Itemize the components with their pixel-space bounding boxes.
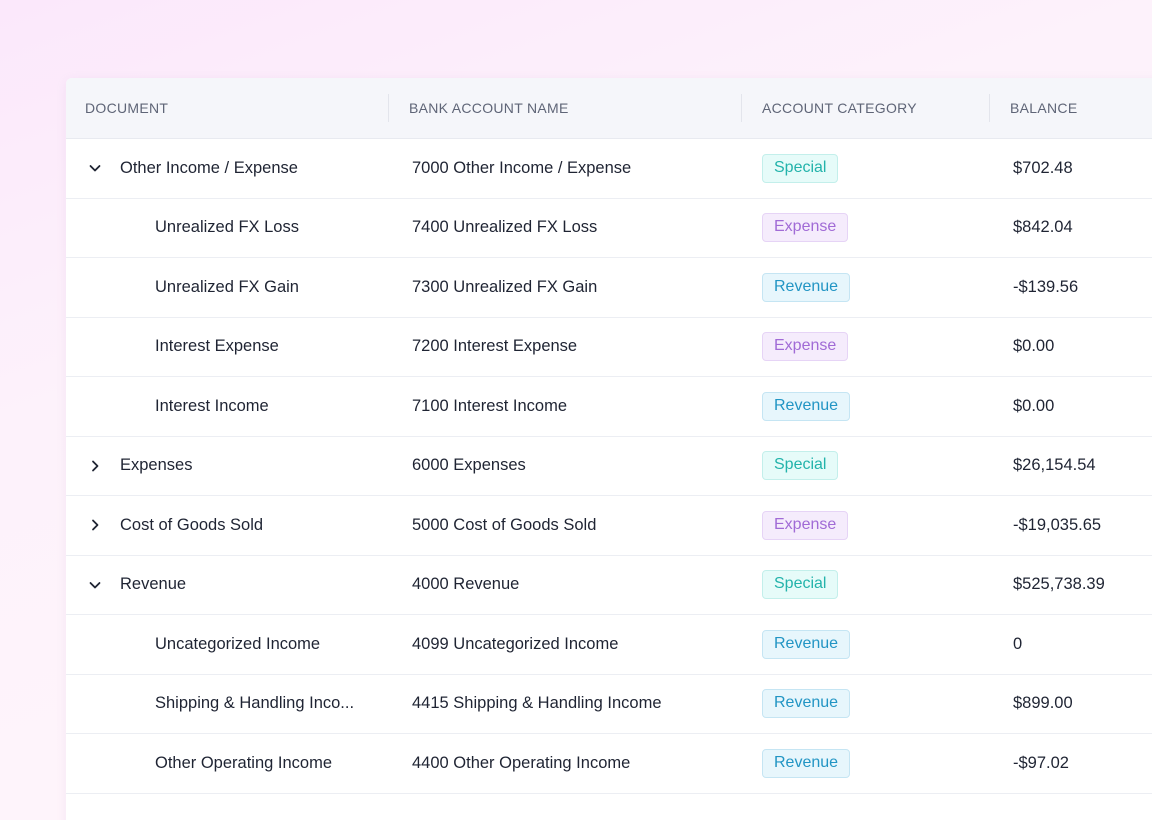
chevron-right-icon[interactable] xyxy=(85,456,105,476)
account-category-cell: Revenue xyxy=(742,734,990,793)
balance-cell: $525,738.39 xyxy=(1013,575,1105,594)
account-category-cell: Special xyxy=(742,139,990,198)
table-row[interactable]: Expenses 6000 Expenses Special $26,154.54 xyxy=(66,437,1152,496)
bank-account-name-cell: 4400 Other Operating Income xyxy=(412,753,631,772)
category-badge: Revenue xyxy=(762,629,851,659)
document-name: Interest Expense xyxy=(155,337,279,356)
document-name: Other Operating Income xyxy=(155,753,333,772)
table-row[interactable]: Cost of Goods Sold 5000 Cost of Goods Sol… xyxy=(66,496,1152,556)
document-name: Shipping & Handling Inco... xyxy=(155,694,355,713)
accounts-table: DOCUMENT BANK ACCOUNT NAME ACCOUNT CATEG… xyxy=(66,78,1152,820)
document-cell: Interest Expense xyxy=(66,318,389,377)
bank-account-name-cell: 4415 Shipping & Handling Income xyxy=(412,694,662,713)
bank-account-name-cell: 7100 Interest Income xyxy=(412,396,568,415)
table-row[interactable]: Interest Expense 7200 Interest Expense Exp… xyxy=(66,318,1152,377)
document-cell: Cost of Goods Sold xyxy=(66,496,389,555)
category-badge: Revenue xyxy=(762,391,851,421)
balance-cell: -$19,035.65 xyxy=(1013,515,1102,534)
table-row[interactable]: Shipping & Handling Inco... 4415 Shipping… xyxy=(66,675,1152,734)
column-header-bank-account-name[interactable]: BANK ACCOUNT NAME xyxy=(389,78,742,138)
document-name: Expenses xyxy=(120,456,193,475)
account-category-cell: Expense xyxy=(742,318,990,377)
document-cell: Expenses xyxy=(66,437,389,496)
category-badge: Special xyxy=(762,153,839,183)
balance-cell: $899.00 xyxy=(1013,694,1073,713)
category-badge: Revenue xyxy=(762,272,851,302)
table-row[interactable]: Unrealized FX Loss 7400 Unrealized FX Los… xyxy=(66,199,1152,258)
column-header-document[interactable]: DOCUMENT xyxy=(66,78,389,138)
document-name: Interest Income xyxy=(155,396,269,415)
table-row[interactable]: Revenue 4000 Revenue Special $525,738.39 xyxy=(66,556,1152,615)
balance-cell: $702.48 xyxy=(1013,158,1073,177)
document-cell: Revenue xyxy=(66,556,389,615)
bank-account-name-cell: 4000 Revenue xyxy=(412,575,520,594)
column-header-balance[interactable]: BALANCE xyxy=(990,78,1152,138)
category-badge: Expense xyxy=(762,510,849,540)
bank-account-name-cell: 6000 Expenses xyxy=(412,456,526,475)
account-category-cell: Revenue xyxy=(742,675,990,734)
document-name: Unrealized FX Loss xyxy=(155,218,299,237)
category-badge: Expense xyxy=(762,332,849,362)
document-name: Other Income / Expense xyxy=(120,158,298,177)
document-cell: Unrealized FX Loss xyxy=(66,199,389,258)
column-header-account-category[interactable]: ACCOUNT CATEGORY xyxy=(742,78,990,138)
bank-account-name-cell: 7300 Unrealized FX Gain xyxy=(412,277,598,296)
document-cell: Unrealized FX Gain xyxy=(66,258,389,317)
document-name: Uncategorized Income xyxy=(155,634,321,653)
table-row[interactable]: Other Operating Income 4400 Other Operati… xyxy=(66,734,1152,794)
bank-account-name-cell: 7000 Other Income / Expense xyxy=(412,158,632,177)
category-badge: Revenue xyxy=(762,689,851,719)
bank-account-name-cell: 7200 Interest Expense xyxy=(412,337,578,356)
category-badge: Expense xyxy=(762,213,849,243)
document-name: Revenue xyxy=(120,575,187,594)
balance-cell: -$139.56 xyxy=(1013,277,1079,296)
account-category-cell: Expense xyxy=(742,199,990,258)
table-body: Other Income / Expense 7000 Other Income … xyxy=(66,139,1152,794)
chevron-down-icon[interactable] xyxy=(85,575,105,595)
table-row[interactable]: Other Income / Expense 7000 Other Income … xyxy=(66,139,1152,199)
account-category-cell: Special xyxy=(742,437,990,496)
balance-cell: 0 xyxy=(1013,634,1023,653)
balance-cell: $842.04 xyxy=(1013,218,1073,237)
category-badge: Special xyxy=(762,570,839,600)
table-row[interactable]: Interest Income 7100 Interest Income Reven… xyxy=(66,377,1152,437)
document-cell: Interest Income xyxy=(66,377,389,436)
document-cell: Uncategorized Income xyxy=(66,615,389,674)
document-cell: Other Income / Expense xyxy=(66,139,389,198)
category-badge: Revenue xyxy=(762,748,851,778)
document-cell: Shipping & Handling Inco... xyxy=(66,675,389,734)
bank-account-name-cell: 5000 Cost of Goods Sold xyxy=(412,515,597,534)
document-name: Cost of Goods Sold xyxy=(120,515,264,534)
document-cell: Other Operating Income xyxy=(66,734,389,793)
table-header: DOCUMENT BANK ACCOUNT NAME ACCOUNT CATEG… xyxy=(66,78,1152,139)
balance-cell: $0.00 xyxy=(1013,396,1055,415)
table-row[interactable]: Unrealized FX Gain 7300 Unrealized FX Gai… xyxy=(66,258,1152,318)
account-category-cell: Expense xyxy=(742,496,990,555)
account-category-cell: Revenue xyxy=(742,258,990,317)
table-row[interactable]: Uncategorized Income 4099 Uncategorized I… xyxy=(66,615,1152,675)
category-badge: Special xyxy=(762,451,839,481)
balance-cell: $26,154.54 xyxy=(1013,456,1096,475)
chevron-right-icon[interactable] xyxy=(85,515,105,535)
bank-account-name-cell: 4099 Uncategorized Income xyxy=(412,634,619,653)
account-category-cell: Revenue xyxy=(742,615,990,674)
account-category-cell: Revenue xyxy=(742,377,990,436)
document-name: Unrealized FX Gain xyxy=(155,277,299,296)
balance-cell: $0.00 xyxy=(1013,337,1055,356)
chevron-down-icon[interactable] xyxy=(85,158,105,178)
account-category-cell: Special xyxy=(742,556,990,615)
bank-account-name-cell: 7400 Unrealized FX Loss xyxy=(412,218,598,237)
balance-cell: -$97.02 xyxy=(1013,753,1069,772)
